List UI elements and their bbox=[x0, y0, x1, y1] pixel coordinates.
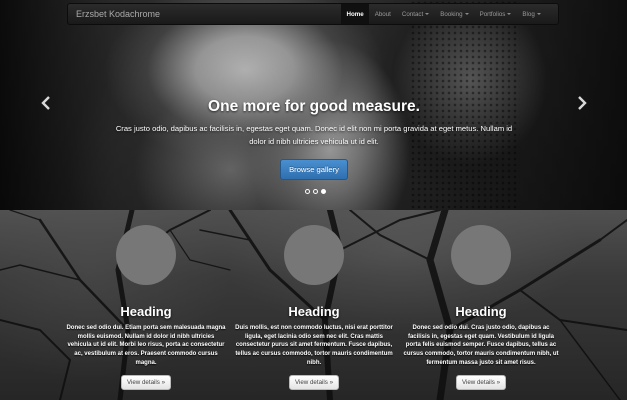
nav-item-portfolios[interactable]: Portfolios bbox=[474, 4, 517, 24]
nav-item-label: Booking bbox=[440, 10, 463, 18]
caret-down-icon bbox=[425, 13, 430, 15]
navbar-brand[interactable]: Erzsbet Kodachrome bbox=[68, 9, 341, 19]
column-heading: Heading bbox=[288, 304, 340, 319]
column-text: Duis mollis, est non commodo luctus, nis… bbox=[235, 325, 393, 366]
nav-item-about[interactable]: About bbox=[369, 4, 396, 24]
view-details-button[interactable]: View details » bbox=[455, 374, 507, 390]
nav-item-label: Contact bbox=[401, 10, 424, 18]
nav-menu: Home About Contact Booking Portfolios Bl… bbox=[341, 4, 546, 24]
carousel-caption: One more for good measure. Cras justo od… bbox=[110, 98, 518, 180]
browse-gallery-button[interactable]: Browse gallery bbox=[280, 159, 348, 180]
placeholder-image bbox=[451, 225, 511, 285]
view-details-button[interactable]: View details » bbox=[288, 374, 340, 390]
marketing-section: Heading Donec sed odio dui. Etiam porta … bbox=[0, 210, 627, 400]
marketing-column-2: Heading Duis mollis, est non commodo luc… bbox=[234, 225, 394, 390]
nav-item-contact[interactable]: Contact bbox=[396, 4, 434, 24]
column-heading: Heading bbox=[455, 304, 507, 319]
marketing-columns: Heading Donec sed odio dui. Etiam porta … bbox=[0, 210, 627, 400]
placeholder-image bbox=[284, 225, 344, 285]
navbar: Erzsbet Kodachrome Home About Contact Bo… bbox=[67, 3, 559, 25]
carousel-indicators bbox=[305, 189, 326, 194]
placeholder-image bbox=[116, 225, 176, 285]
nav-item-blog[interactable]: Blog bbox=[517, 4, 546, 24]
carousel-indicator-1[interactable] bbox=[305, 189, 310, 194]
column-text: Donec sed odio dui. Cras justo odio, dap… bbox=[403, 325, 559, 366]
nav-item-home[interactable]: Home bbox=[341, 4, 370, 24]
nav-item-label: Home bbox=[346, 10, 364, 18]
view-details-button[interactable]: View details » bbox=[120, 374, 172, 390]
carousel-indicator-2[interactable] bbox=[313, 189, 318, 194]
carousel-text: Cras justo odio, dapibus ac facilisis in… bbox=[115, 124, 513, 146]
nav-item-label: Portfolios bbox=[479, 10, 506, 18]
column-heading: Heading bbox=[120, 304, 172, 319]
caret-down-icon bbox=[536, 13, 541, 15]
carousel: One more for good measure. Cras justo od… bbox=[0, 0, 627, 210]
marketing-column-1: Heading Donec sed odio dui. Etiam porta … bbox=[66, 225, 226, 390]
column-text: Donec sed odio dui. Etiam porta sem male… bbox=[66, 325, 226, 366]
caret-down-icon bbox=[464, 13, 469, 15]
nav-item-label: About bbox=[374, 10, 391, 18]
carousel-indicator-3[interactable] bbox=[321, 189, 326, 194]
carousel-title: One more for good measure. bbox=[208, 98, 420, 115]
caret-down-icon bbox=[507, 13, 512, 15]
chevron-left-icon[interactable] bbox=[40, 96, 52, 110]
chevron-right-icon[interactable] bbox=[576, 96, 588, 110]
marketing-column-3: Heading Donec sed odio dui. Cras justo o… bbox=[401, 225, 561, 390]
nav-item-booking[interactable]: Booking bbox=[435, 4, 474, 24]
nav-item-label: Blog bbox=[522, 10, 535, 18]
